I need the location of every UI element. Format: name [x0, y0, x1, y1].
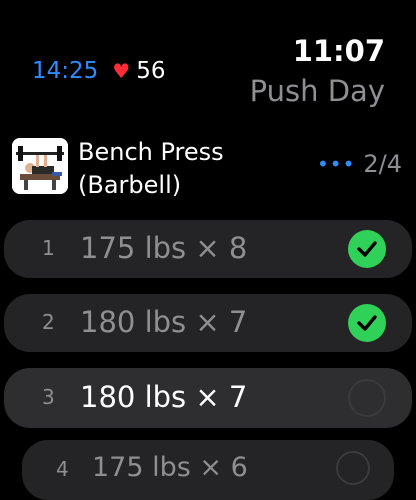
set-complete-toggle[interactable]: [336, 451, 370, 485]
set-description: 175 lbs × 8: [80, 231, 248, 265]
set-row-1[interactable]: 1 175 lbs × 8: [4, 220, 412, 278]
set-complete-toggle[interactable]: [348, 304, 386, 342]
exercise-name: Bench Press (Barbell): [78, 138, 224, 199]
set-index: 4: [56, 457, 69, 481]
set-description: 180 lbs × 7: [80, 305, 248, 339]
bench-press-icon: [12, 138, 68, 194]
set-complete-toggle[interactable]: [348, 379, 386, 417]
set-row-4[interactable]: 4 175 lbs × 6: [22, 440, 394, 500]
checkmark-icon: [357, 241, 377, 257]
status-bar: 14:25 ♥ 56: [32, 58, 166, 84]
set-index: 1: [42, 236, 55, 260]
workout-title: Push Day: [249, 74, 385, 108]
set-index: 2: [42, 310, 55, 334]
set-row-2[interactable]: 2 180 lbs × 7: [4, 294, 412, 352]
set-description: 180 lbs × 7: [80, 380, 248, 414]
clock: 11:07: [292, 34, 385, 68]
set-index: 3: [42, 385, 55, 409]
set-row-3[interactable]: 3 180 lbs × 7: [4, 368, 412, 428]
set-complete-toggle[interactable]: [348, 230, 386, 268]
ellipsis-icon[interactable]: •••: [317, 152, 355, 176]
exercise-header[interactable]: Bench Press (Barbell) ••• 2/4: [12, 138, 402, 199]
heart-rate: 56: [136, 58, 166, 84]
set-description: 175 lbs × 6: [92, 452, 248, 483]
exercise-progress[interactable]: ••• 2/4: [317, 150, 402, 178]
checkmark-icon: [357, 315, 377, 331]
heart-icon: ♥: [112, 59, 131, 83]
set-progress: 2/4: [363, 150, 402, 178]
workout-timer: 14:25: [32, 58, 99, 84]
